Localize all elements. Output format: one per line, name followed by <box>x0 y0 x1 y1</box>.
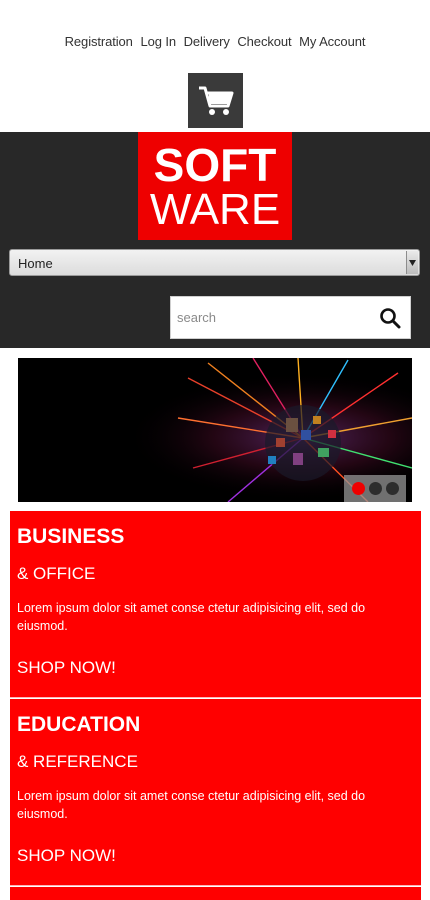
promo-subtitle: & OFFICE <box>17 564 96 583</box>
logo-line-2: WARE <box>149 185 281 234</box>
promo-business: BUSINESS & OFFICE Lorem ipsum dolor sit … <box>10 511 421 697</box>
promo-subtitle: & REFERENCE <box>17 752 138 771</box>
promo-title: EDUCATION <box>17 713 141 736</box>
nav-registration-link[interactable]: Registration <box>65 34 133 49</box>
nav-checkout-link[interactable]: Checkout <box>237 34 291 49</box>
promo-description: Lorem ipsum dolor sit amet conse ctetur … <box>17 789 366 821</box>
search-box <box>170 296 411 339</box>
search-input[interactable] <box>171 297 366 338</box>
promo-description: Lorem ipsum dolor sit amet conse ctetur … <box>17 601 366 633</box>
site-header: SOFT WARE Home <box>0 132 430 348</box>
shop-now-button[interactable]: SHOP NOW! <box>17 658 116 678</box>
hero-banner[interactable] <box>18 358 412 502</box>
slider-dot-2[interactable] <box>368 482 382 495</box>
slider-dot-1[interactable] <box>351 482 365 495</box>
menu-selected-value: Home <box>18 256 53 271</box>
promo-divider <box>10 697 421 698</box>
nav-my-account-link[interactable]: My Account <box>299 34 365 49</box>
top-nav: Registration Log In Delivery Checkout My… <box>0 34 430 49</box>
slider-dots <box>344 475 406 502</box>
nav-delivery-link[interactable]: Delivery <box>184 34 230 49</box>
promo-title: BUSINESS <box>17 525 125 548</box>
cart-button[interactable] <box>188 73 243 128</box>
main-menu-select[interactable]: Home <box>9 249 420 276</box>
shopping-cart-icon <box>198 86 233 115</box>
site-logo[interactable]: SOFT WARE <box>138 132 292 240</box>
nav-login-link[interactable]: Log In <box>140 34 176 49</box>
promo-education: EDUCATION & REFERENCE Lorem ipsum dolor … <box>10 699 421 885</box>
promo-next <box>10 887 421 900</box>
dropdown-arrow-icon <box>406 251 418 274</box>
slider-dot-3[interactable] <box>385 482 399 495</box>
search-icon[interactable] <box>378 306 402 330</box>
shop-now-button[interactable]: SHOP NOW! <box>17 846 116 866</box>
promo-divider <box>10 885 421 886</box>
logo-line-1: SOFT <box>153 139 277 191</box>
